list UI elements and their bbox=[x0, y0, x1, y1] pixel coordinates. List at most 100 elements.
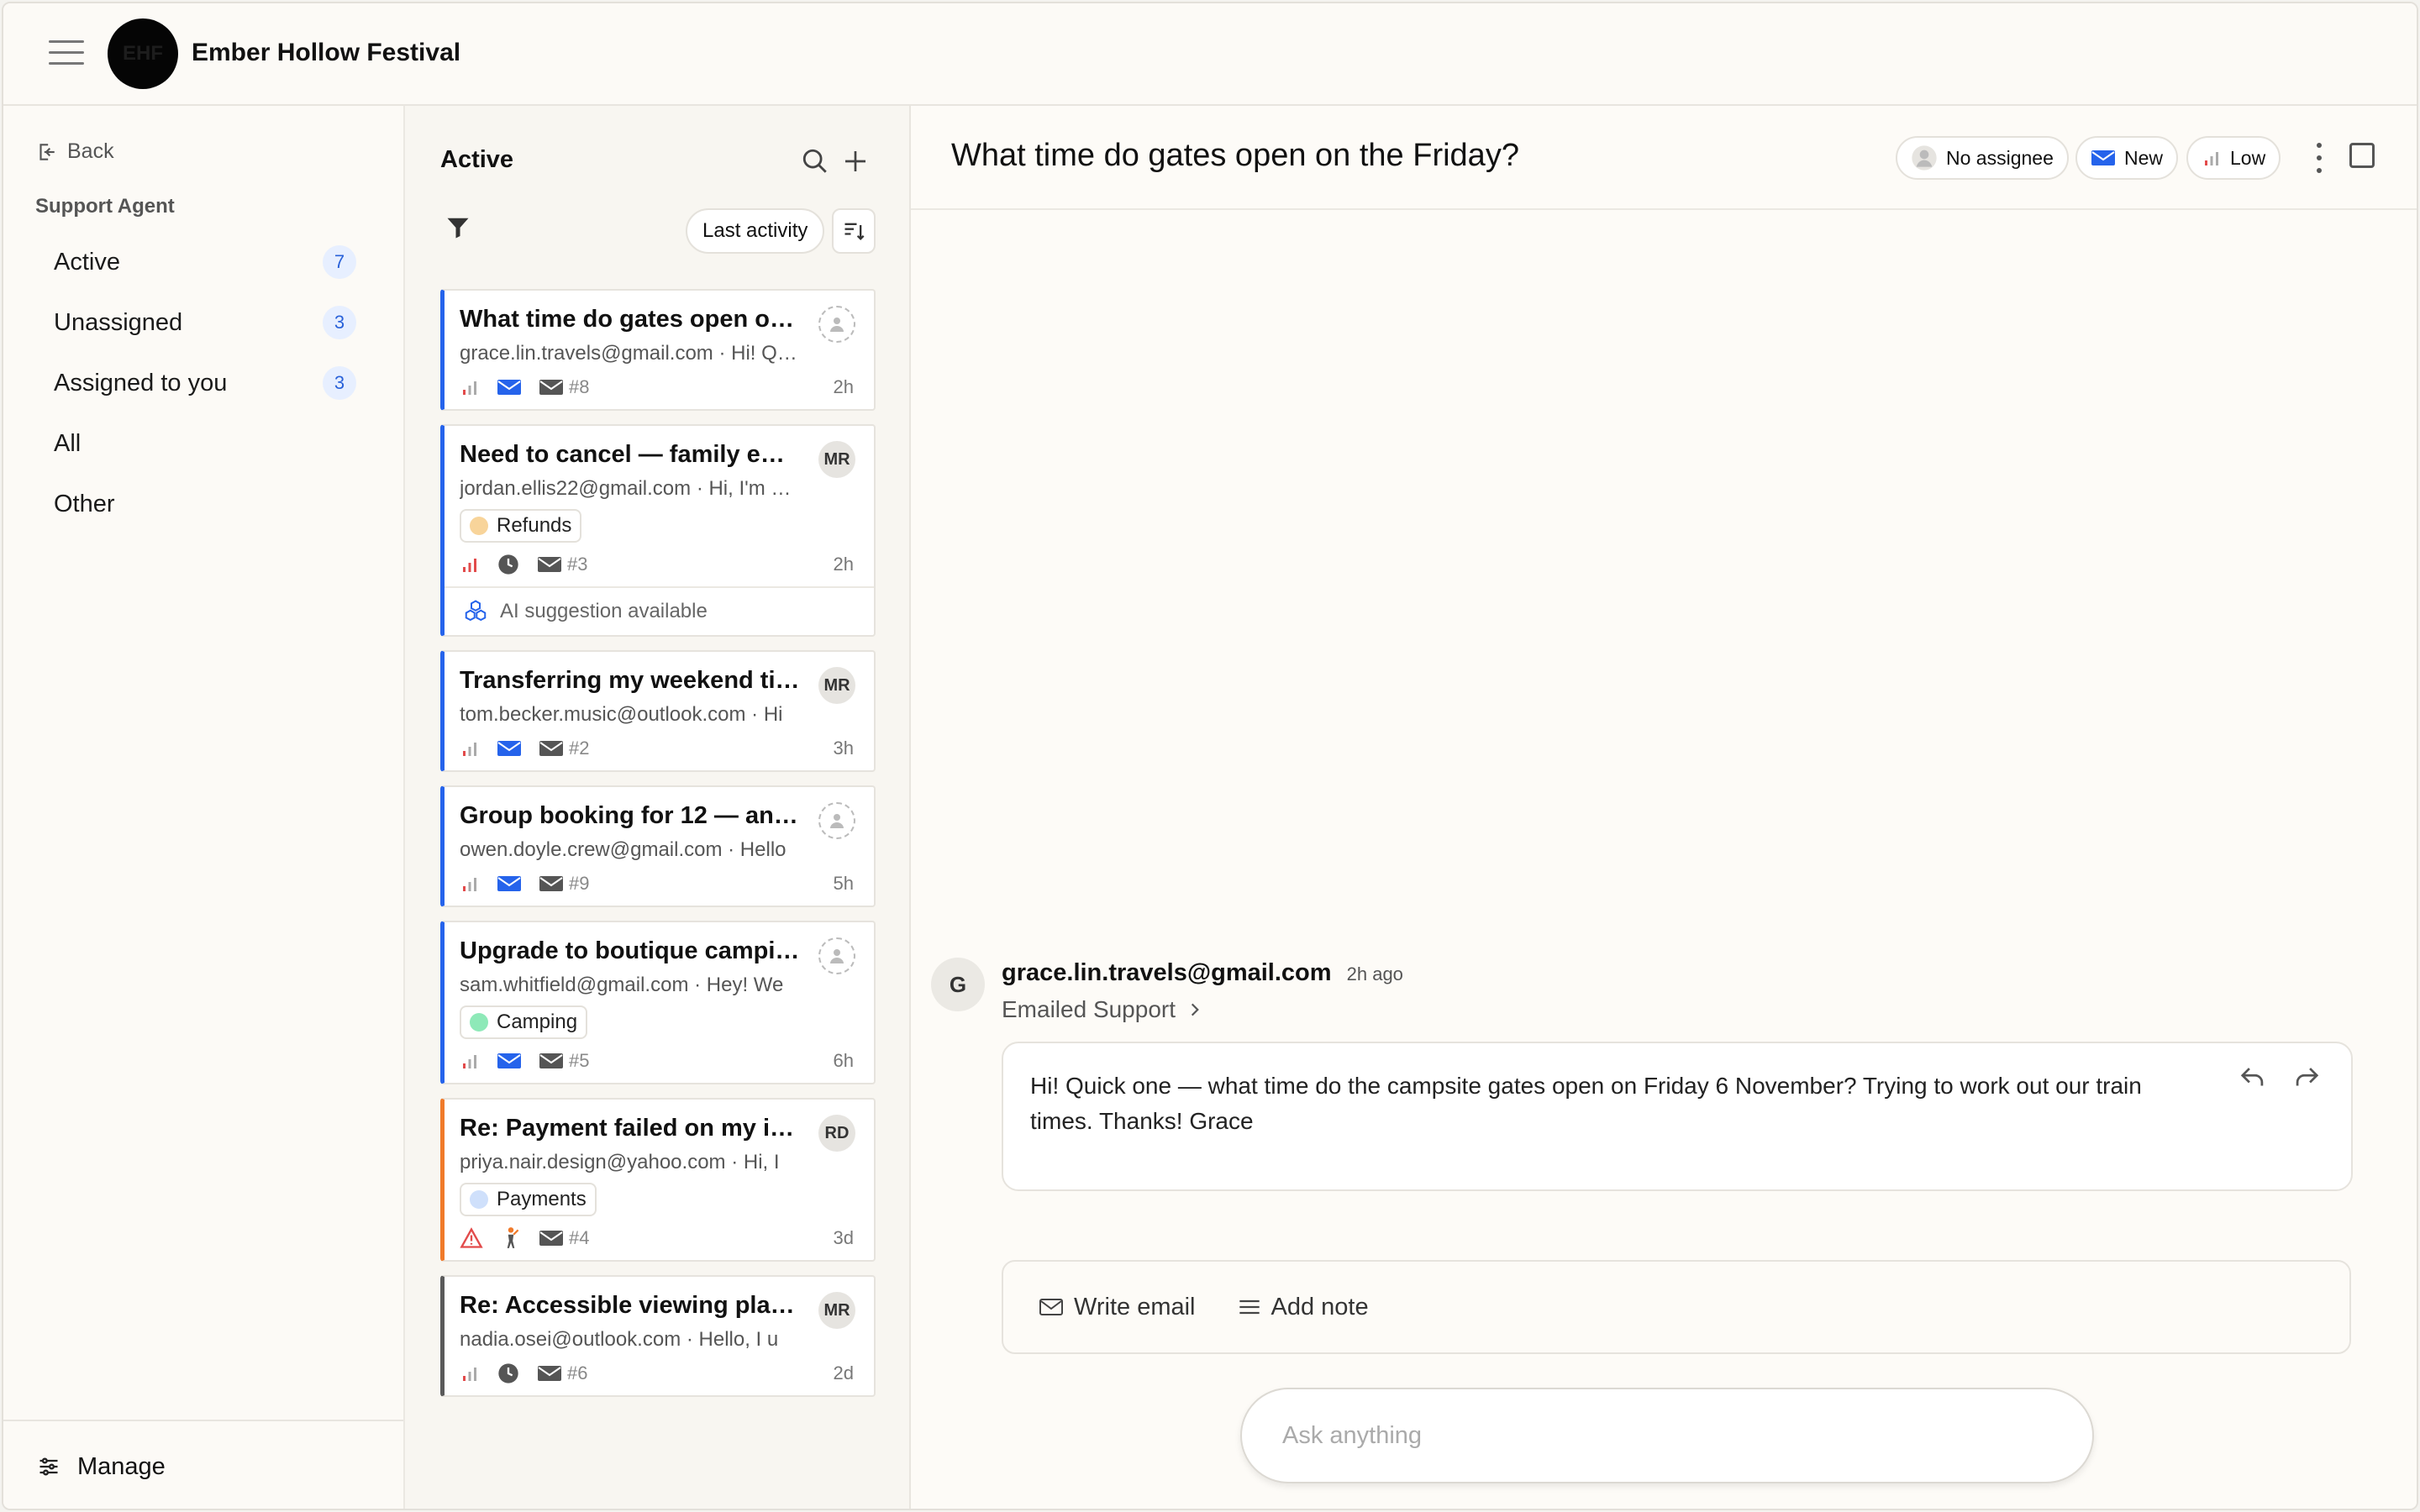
unassigned-avatar-icon[interactable] bbox=[818, 937, 855, 974]
tag-refunds[interactable]: Refunds bbox=[460, 509, 582, 543]
search-icon[interactable] bbox=[798, 144, 832, 178]
app-window: EHF Ember Hollow Festival Back Support A… bbox=[2, 2, 2418, 1510]
sidebar-item-label: Active bbox=[54, 248, 120, 276]
ai-cubes-icon bbox=[465, 600, 487, 622]
email-channel-icon bbox=[497, 1053, 521, 1068]
card-subject: Group booking for 12 — any discount? bbox=[460, 802, 801, 829]
card-meta: #3 2h bbox=[460, 543, 857, 586]
chevron-right-icon bbox=[1191, 1003, 1199, 1016]
sidebar: Back Support Agent Active 7 Unassigned 3… bbox=[3, 106, 405, 1509]
conversation-card[interactable]: What time do gates open on the Friday? g… bbox=[440, 289, 876, 411]
envelope-icon bbox=[539, 380, 563, 395]
reply-icon[interactable] bbox=[2238, 1065, 2267, 1090]
person-waving-icon bbox=[507, 1227, 519, 1248]
card-meta: #6 2d bbox=[460, 1352, 857, 1395]
ticket-number: #3 bbox=[537, 554, 587, 575]
panel-toggle-icon[interactable] bbox=[2349, 143, 2375, 168]
tag-dot bbox=[470, 1190, 488, 1209]
list-title: Active bbox=[440, 146, 514, 173]
sidebar-item-label: Other bbox=[54, 490, 115, 517]
back-icon bbox=[39, 143, 55, 160]
mail-icon bbox=[1039, 1299, 1063, 1315]
assignee-avatar[interactable]: MR bbox=[818, 441, 855, 478]
tag-label: Camping bbox=[497, 1011, 578, 1033]
note-lines-icon bbox=[1239, 1299, 1260, 1315]
ticket-number-label: #4 bbox=[569, 1227, 590, 1248]
ask-anything-input[interactable]: Ask anything bbox=[1240, 1388, 2094, 1483]
ticket-number-label: #8 bbox=[569, 376, 590, 397]
sidebar-item-assigned-to-you[interactable]: Assigned to you 3 bbox=[37, 353, 373, 413]
conversation-card[interactable]: Group booking for 12 — any discount? owe… bbox=[440, 785, 876, 907]
envelope-icon bbox=[538, 557, 561, 572]
festival-logo: EHF bbox=[108, 18, 178, 89]
ticket-number-label: #2 bbox=[569, 738, 590, 759]
sidebar-item-all[interactable]: All bbox=[37, 413, 373, 474]
tag-camping[interactable]: Camping bbox=[460, 1005, 588, 1039]
manage-button[interactable]: Manage bbox=[3, 1420, 403, 1509]
tag-payments[interactable]: Payments bbox=[460, 1183, 597, 1216]
card-preview: owen.doyle.crew@gmail.com · Hello bbox=[460, 838, 786, 861]
sliders-icon bbox=[39, 1457, 58, 1476]
tag-dot bbox=[470, 517, 488, 535]
card-meta: #2 3h bbox=[460, 727, 857, 770]
conversation-card[interactable]: Upgrade to boutique camping sam.whitfiel… bbox=[440, 921, 876, 1084]
sidebar-item-other[interactable]: Other bbox=[37, 474, 373, 534]
priority-low-icon bbox=[463, 1055, 476, 1068]
priority-low-icon bbox=[463, 1368, 476, 1381]
conversation-title: What time do gates open on the Friday? bbox=[951, 138, 1519, 173]
conversation-cards: What time do gates open on the Friday? g… bbox=[440, 289, 876, 1410]
card-time: 5h bbox=[833, 873, 854, 894]
message-actions bbox=[2238, 1065, 2321, 1090]
manage-label: Manage bbox=[77, 1452, 166, 1480]
plus-icon[interactable] bbox=[839, 144, 872, 178]
tag-label: Refunds bbox=[497, 514, 572, 537]
more-options-icon[interactable] bbox=[2312, 143, 2326, 173]
priority-pill[interactable]: Low bbox=[2186, 136, 2281, 180]
sidebar-item-unassigned[interactable]: Unassigned 3 bbox=[37, 292, 373, 353]
sidebar-item-active[interactable]: Active 7 bbox=[37, 232, 373, 292]
write-email-button[interactable]: Write email bbox=[1039, 1294, 1196, 1321]
card-subject: What time do gates open on the Friday? bbox=[460, 306, 801, 333]
ai-suggestion-row[interactable]: AI suggestion available bbox=[445, 586, 874, 635]
channel-label: Emailed Support bbox=[1002, 996, 1176, 1022]
status-pill[interactable]: New bbox=[2075, 136, 2179, 180]
clock-icon bbox=[498, 554, 518, 575]
card-preview: priya.nair.design@yahoo.com · Hi, I bbox=[460, 1151, 780, 1173]
write-email-label: Write email bbox=[1074, 1293, 1196, 1320]
conversation-header: What time do gates open on the Friday? N… bbox=[911, 106, 2417, 210]
channel-link[interactable]: Emailed Support bbox=[1002, 996, 1202, 1023]
back-link[interactable]: Back bbox=[35, 139, 114, 164]
filter-icon[interactable] bbox=[445, 215, 471, 244]
conversation-card[interactable]: Re: Accessible viewing platform nadia.os… bbox=[440, 1275, 876, 1397]
conversation-card[interactable]: Transferring my weekend ticket tom.becke… bbox=[440, 650, 876, 772]
priority-pill-label: Low bbox=[2230, 146, 2266, 169]
unassigned-avatar-icon[interactable] bbox=[818, 306, 855, 343]
assignee-pill-label: No assignee bbox=[1946, 146, 2054, 169]
forward-icon[interactable] bbox=[2292, 1065, 2321, 1090]
envelope-icon bbox=[539, 1053, 563, 1068]
conversation-card[interactable]: Re: Payment failed on my instalment priy… bbox=[440, 1098, 876, 1262]
assignee-avatar[interactable]: RD bbox=[818, 1115, 855, 1152]
assignee-avatar[interactable]: MR bbox=[818, 1292, 855, 1329]
conversation-card[interactable]: Need to cancel — family emergency jordan… bbox=[440, 424, 876, 637]
email-channel-icon bbox=[2091, 150, 2115, 165]
card-subject: Re: Payment failed on my instalment bbox=[460, 1115, 801, 1142]
tag-dot bbox=[470, 1013, 488, 1032]
assignee-pill[interactable]: No assignee bbox=[1896, 136, 2069, 180]
sort-select[interactable]: Last activity bbox=[686, 208, 825, 254]
email-channel-icon bbox=[497, 380, 521, 395]
sort-direction-icon[interactable] bbox=[832, 208, 876, 254]
card-meta: #9 5h bbox=[460, 862, 857, 906]
person-icon bbox=[1912, 145, 1937, 171]
add-note-button[interactable]: Add note bbox=[1238, 1294, 1369, 1321]
priority-low-icon bbox=[463, 878, 476, 891]
ai-suggestion-label: AI suggestion available bbox=[500, 600, 708, 622]
card-time: 6h bbox=[833, 1050, 854, 1071]
unassigned-avatar-icon[interactable] bbox=[818, 802, 855, 839]
menu-icon[interactable] bbox=[49, 40, 84, 67]
priority-low-icon bbox=[463, 559, 476, 572]
assignee-avatar[interactable]: MR bbox=[818, 667, 855, 704]
sender-avatar: G bbox=[931, 958, 985, 1011]
card-subject: Need to cancel — family emergency bbox=[460, 441, 801, 468]
card-preview: nadia.osei@outlook.com · Hello, I u bbox=[460, 1328, 779, 1351]
